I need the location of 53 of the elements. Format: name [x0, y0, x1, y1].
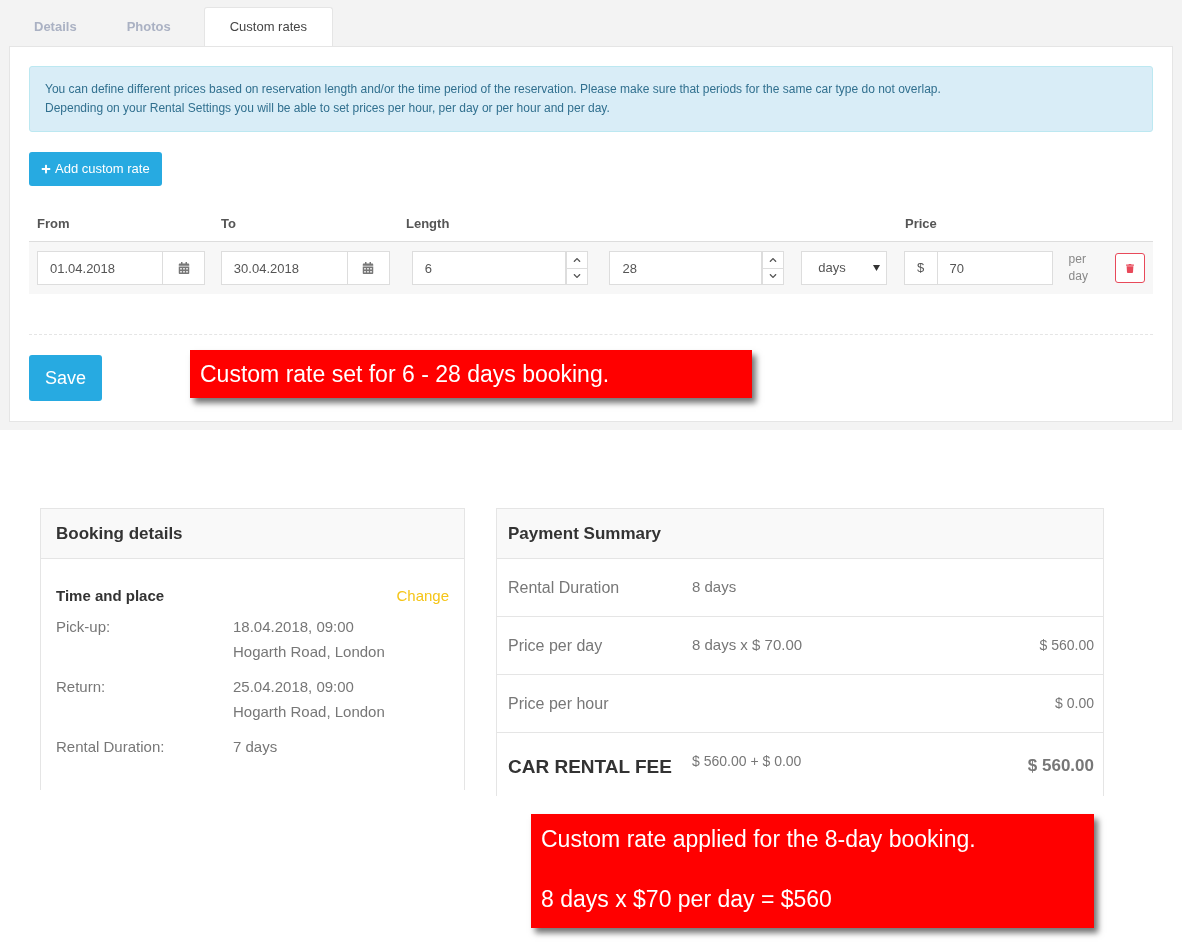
tab[interactable]: Custom rates	[203, 7, 333, 46]
unit-select[interactable]: days	[801, 251, 887, 285]
calendar-icon	[362, 262, 375, 274]
chevron-up-icon	[572, 255, 581, 264]
summary-detail: $ 560.00 + $ 0.00	[692, 752, 803, 771]
callout-text: 8 days x $70 per day = $560	[541, 885, 833, 914]
detail-label: Return:	[56, 676, 107, 697]
summary-label: Price per hour	[508, 693, 610, 714]
increment-button[interactable]	[565, 251, 588, 269]
chevron-down-icon	[572, 272, 581, 281]
summary-label: Price per day	[508, 635, 604, 656]
calendar-icon	[177, 262, 190, 274]
column-header: To	[221, 215, 237, 233]
price-unit: per day	[1068, 251, 1089, 285]
summary-label: Rental Duration	[508, 577, 621, 598]
currency-addon: $	[903, 251, 938, 285]
callout-text: Custom rate set for 6 - 28 days booking.	[200, 359, 611, 389]
card-title: Payment Summary	[508, 522, 662, 545]
detail-value: 18.04.2018, 09:00	[233, 616, 355, 637]
number-input[interactable]: 28	[609, 251, 763, 285]
section-title: Time and place	[56, 586, 165, 606]
card-title: Booking details	[56, 522, 183, 545]
plus-icon	[41, 164, 51, 174]
info-text: You can define different prices based on reservation length and/or the time period of the reservation. Please make sure that periods for the same car type do not overlap.	[45, 81, 942, 98]
summary-amount: $ 0.00	[1055, 694, 1094, 713]
column-header: Length	[406, 215, 451, 233]
summary-amount: $ 560.00	[1039, 636, 1094, 655]
detail-value: 25.04.2018, 09:00	[233, 676, 355, 697]
detail-value: Hogarth Road, London	[233, 701, 385, 722]
detail-value: Hogarth Road, London	[233, 641, 385, 662]
summary-detail: 8 days x $ 70.00	[692, 635, 804, 656]
delete-button[interactable]	[1115, 253, 1145, 283]
calendar-button[interactable]	[163, 251, 205, 285]
summary-detail: 8 days	[692, 577, 738, 598]
caret-icon	[872, 265, 880, 271]
detail-label: Pick-up:	[56, 616, 112, 637]
callout-text: Custom rate applied for the 8-day booking.	[541, 825, 977, 854]
trash-icon	[1126, 263, 1135, 273]
column-header: Price	[905, 215, 937, 233]
summary-amount: $ 560.00	[1027, 755, 1094, 777]
chevron-up-icon	[769, 255, 778, 264]
column-header: From	[37, 215, 71, 233]
detail-value: 7 days	[233, 736, 278, 757]
calendar-button[interactable]	[347, 251, 390, 285]
detail-label: Rental Duration:	[56, 736, 166, 757]
increment-button[interactable]	[762, 251, 785, 269]
summary-label: CAR RENTAL FEE	[508, 755, 673, 779]
number-input[interactable]: 6	[411, 251, 566, 285]
info-text: Depending on your Rental Settings you will be able to set prices per hour, per day or per hour and per day.	[45, 100, 611, 117]
date-input[interactable]: 30.04.2018	[220, 251, 348, 285]
chevron-down-icon	[769, 272, 778, 281]
price-input[interactable]: 70	[937, 251, 1053, 285]
date-input[interactable]: 01.04.2018	[37, 251, 163, 285]
